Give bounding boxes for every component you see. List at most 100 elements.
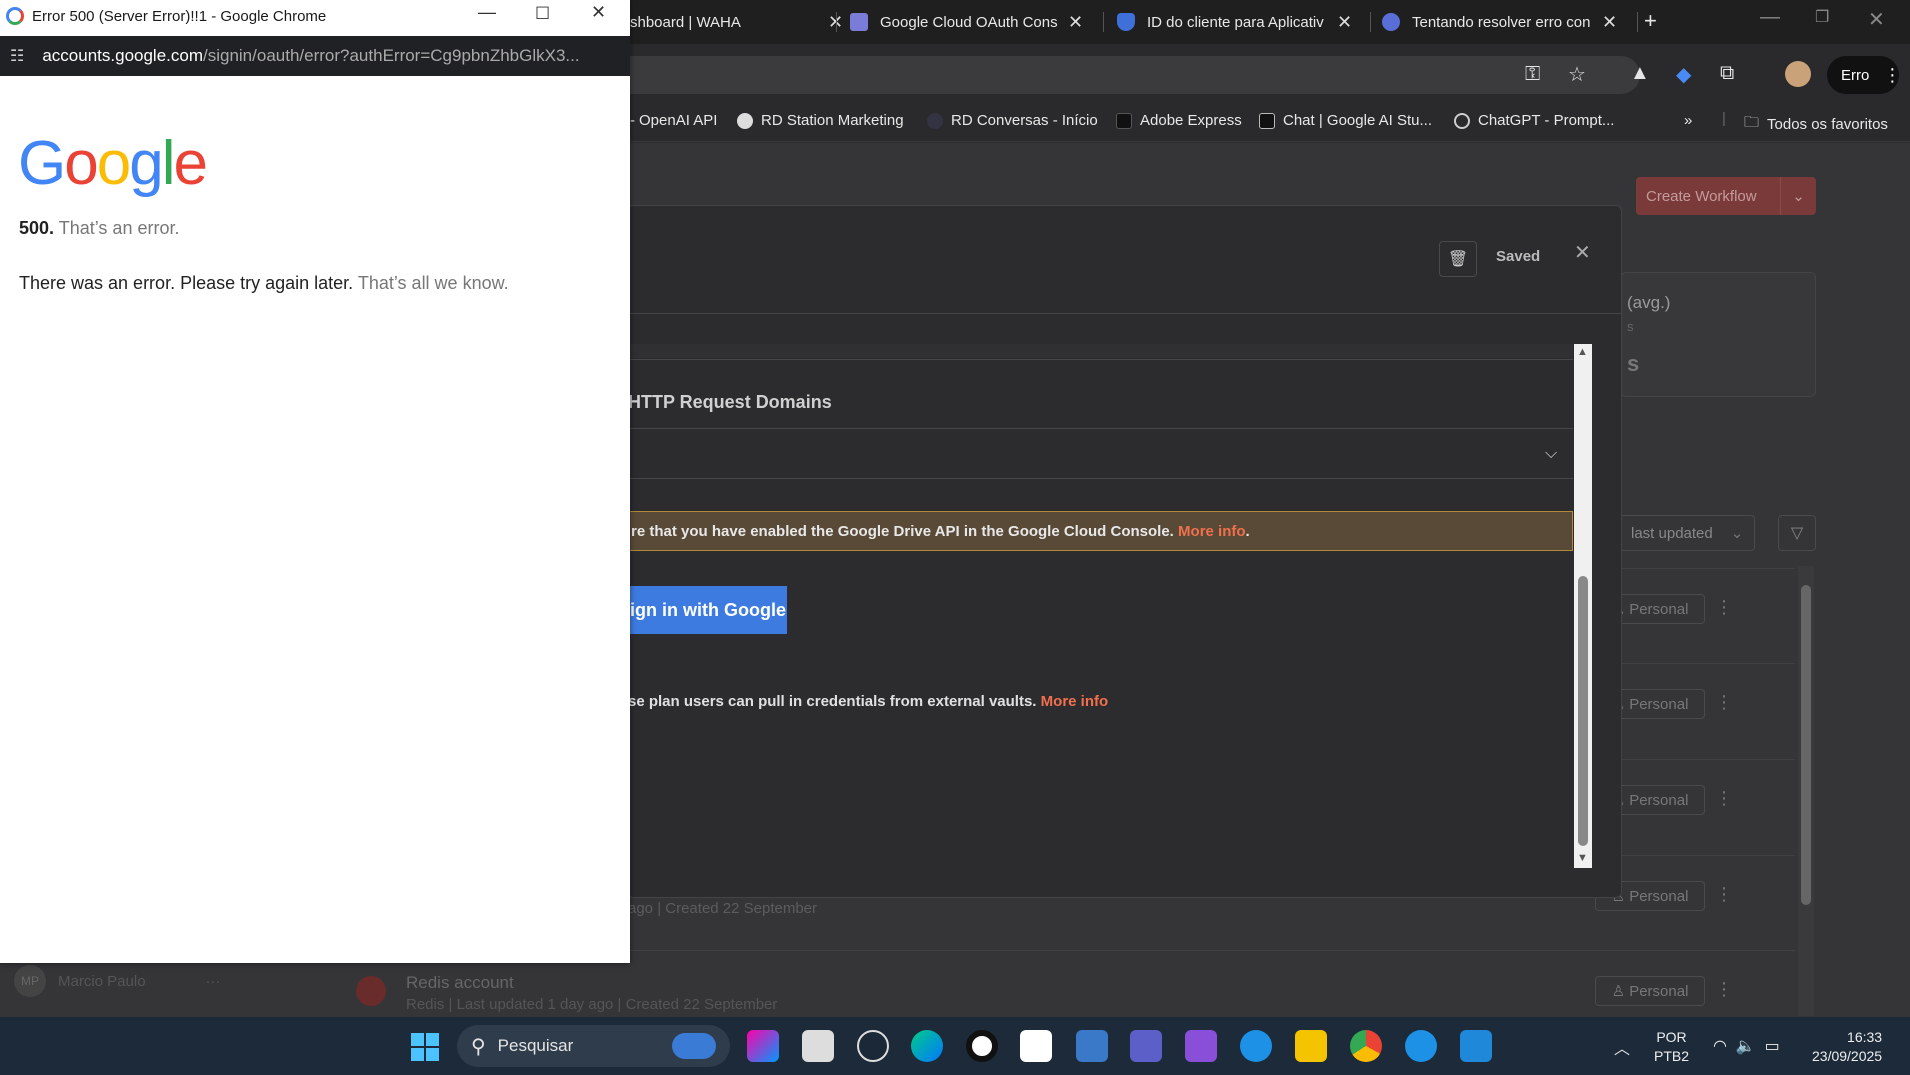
- site-info-icon[interactable]: ☷: [10, 46, 24, 66]
- error-tail: That’s all we know.: [357, 273, 509, 293]
- system-tray[interactable]: ◠ 🔈 ▭: [1713, 1036, 1780, 1056]
- docker-icon[interactable]: [1240, 1030, 1272, 1062]
- profile-button[interactable]: Erro ⋮: [1827, 56, 1901, 94]
- vscode-icon[interactable]: [1460, 1030, 1492, 1062]
- python-icon[interactable]: [1076, 1030, 1108, 1062]
- domains-select[interactable]: [628, 429, 1573, 479]
- tab-waha[interactable]: shboard | WAHA ✕: [630, 4, 843, 40]
- minimize-icon[interactable]: —: [1760, 6, 1780, 29]
- scrollbar-thumb[interactable]: [1578, 576, 1588, 846]
- language-indicator[interactable]: POR PTB2: [1654, 1028, 1689, 1066]
- star-icon[interactable]: ☆: [1568, 62, 1586, 87]
- chevron-down-icon[interactable]: ⌄: [1780, 177, 1816, 215]
- more-info-link[interactable]: More info: [1041, 693, 1109, 710]
- kebab-menu-icon[interactable]: ⋮: [1715, 692, 1733, 713]
- more-icon[interactable]: ···: [206, 973, 221, 990]
- chevron-down-icon: ⌄: [1730, 525, 1744, 542]
- close-icon[interactable]: ✕: [1337, 12, 1352, 33]
- steam-icon[interactable]: [857, 1030, 889, 1062]
- google-icon: [6, 7, 24, 25]
- tab-divider: [1370, 12, 1371, 32]
- tab-divider: [1637, 12, 1638, 32]
- search-highlight-icon: [672, 1033, 716, 1059]
- scroll-up-icon[interactable]: ▲: [1577, 346, 1588, 358]
- divider: [628, 359, 1573, 360]
- user-menu[interactable]: MP Marcio Paulo ···: [14, 965, 221, 997]
- stat-value: s: [1627, 351, 1640, 376]
- avatar[interactable]: [1785, 61, 1811, 87]
- volume-icon: 🔈: [1735, 1038, 1756, 1055]
- address-bar[interactable]: [560, 56, 1640, 94]
- adobe-icon: [1116, 112, 1132, 129]
- credential-modal: [627, 205, 1622, 898]
- profile-label: Erro: [1841, 66, 1870, 84]
- close-window-icon[interactable]: ✕: [591, 2, 606, 23]
- kebab-menu-icon[interactable]: ⋮: [1715, 884, 1733, 905]
- close-icon[interactable]: ✕: [1574, 240, 1591, 265]
- clipchamp-icon[interactable]: [1185, 1030, 1217, 1062]
- vault-info: se plan users can pull in credentials fr…: [628, 693, 1108, 710]
- extension-b-icon[interactable]: ◆: [1676, 62, 1691, 87]
- kebab-menu-icon[interactable]: ⋮: [1715, 979, 1733, 1000]
- chevron-down-icon[interactable]: ⌵: [1545, 445, 1557, 463]
- maximize-icon[interactable]: ☐: [535, 4, 550, 24]
- sort-label: last updated: [1631, 524, 1713, 542]
- sort-select[interactable]: last updated ⌄: [1620, 515, 1755, 551]
- tab-tentando[interactable]: Tentando resolver erro con ✕: [1382, 4, 1617, 40]
- bookmark-chatgpt[interactable]: ChatGPT - Prompt...: [1454, 112, 1614, 129]
- puzzle-icon[interactable]: ⧉: [1720, 62, 1734, 85]
- notice-banner: re that you have enabled the Google Driv…: [628, 511, 1573, 551]
- close-icon[interactable]: ✕: [1602, 12, 1617, 33]
- scrollbar-thumb[interactable]: [1801, 585, 1811, 905]
- copilot-icon[interactable]: [747, 1030, 779, 1062]
- bookmark-adobe-express[interactable]: Adobe Express: [1116, 112, 1242, 129]
- chevron-up-icon[interactable]: ︿: [1614, 1035, 1630, 1059]
- clock[interactable]: 16:33 23/09/2025: [1812, 1028, 1882, 1066]
- store-icon[interactable]: [802, 1030, 834, 1062]
- extension-a-icon[interactable]: ▲: [1630, 62, 1650, 85]
- sign-in-with-google-button[interactable]: ign in with Google: [628, 586, 787, 634]
- avatar: MP: [14, 965, 46, 997]
- kebab-menu-icon[interactable]: ⋮: [1715, 788, 1733, 809]
- popup-address-bar[interactable]: ☷ accounts.google.com/signin/oauth/error…: [0, 36, 630, 76]
- more-info-link[interactable]: More info: [1178, 523, 1246, 540]
- docker-desktop-icon[interactable]: [1405, 1030, 1437, 1062]
- search-app-icon[interactable]: [966, 1030, 998, 1062]
- capcut-icon[interactable]: [1020, 1030, 1052, 1062]
- error-code: 500. That’s an error.: [19, 218, 179, 239]
- scroll-down-icon[interactable]: ▼: [1577, 852, 1588, 864]
- bookmark-rd-station[interactable]: RD Station Marketing: [737, 112, 904, 129]
- folder-icon: 🗀: [1744, 114, 1760, 131]
- close-window-icon[interactable]: ✕: [1868, 7, 1885, 32]
- file-explorer-icon[interactable]: [1295, 1030, 1327, 1062]
- filter-icon[interactable]: ▽: [1778, 515, 1816, 551]
- bookmark-google-ai-studio[interactable]: Chat | Google AI Stu...: [1259, 112, 1432, 129]
- key-icon[interactable]: ⚿: [1525, 63, 1540, 86]
- more-bookmarks-icon[interactable]: »: [1684, 112, 1692, 129]
- time: 16:33: [1847, 1029, 1883, 1045]
- bookmark-rd-conversas[interactable]: RD Conversas - Início: [927, 112, 1098, 129]
- restore-icon[interactable]: ❐: [1815, 7, 1829, 27]
- redis-icon: [356, 976, 386, 1006]
- tab-divider: [1103, 12, 1104, 32]
- tab-google-cloud[interactable]: Google Cloud OAuth Cons ✕: [850, 4, 1083, 40]
- edge-icon[interactable]: [911, 1030, 943, 1062]
- status-badge: ♙ Personal: [1595, 976, 1705, 1006]
- divider: [628, 478, 1573, 479]
- close-icon[interactable]: ✕: [1068, 12, 1083, 33]
- new-tab-icon[interactable]: +: [1644, 8, 1657, 34]
- create-workflow-button[interactable]: Create Workflow ⌄: [1636, 177, 1816, 215]
- bookmark-all-favorites[interactable]: 🗀 Todos os favoritos: [1744, 112, 1888, 137]
- create-workflow-label: Create Workflow: [1646, 187, 1757, 205]
- teams-icon[interactable]: [1130, 1030, 1162, 1062]
- taskbar-search[interactable]: ⚲ Pesquisar: [457, 1025, 730, 1067]
- credential-title[interactable]: Redis account: [406, 973, 514, 993]
- trash-icon[interactable]: 🗑: [1439, 241, 1477, 277]
- notice-text: re that you have enabled the Google Driv…: [631, 522, 1174, 540]
- tab-client-id[interactable]: ID do cliente para Aplicativ ✕: [1117, 4, 1352, 40]
- windows-start-icon[interactable]: [411, 1033, 439, 1061]
- kebab-menu-icon[interactable]: ⋮: [1715, 597, 1733, 618]
- minimize-icon[interactable]: —: [478, 2, 496, 23]
- chrome-icon[interactable]: [1350, 1030, 1382, 1062]
- bookmark-openai[interactable]: - OpenAI API: [630, 112, 717, 129]
